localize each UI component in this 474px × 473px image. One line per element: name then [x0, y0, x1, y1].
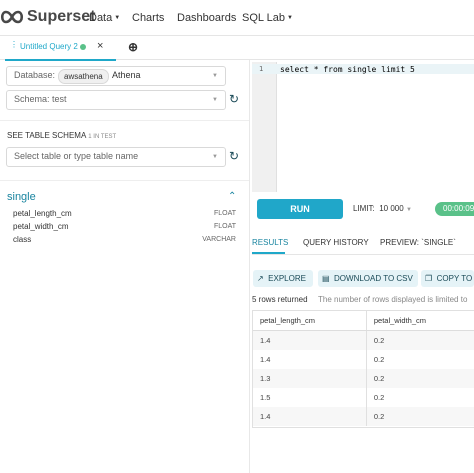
table-cell: 1.4 [260, 355, 271, 364]
tab-query-history[interactable]: QUERY HISTORY [303, 238, 369, 247]
rows-limit-note: The number of rows displayed is limited … [318, 295, 468, 304]
nav-dashboards[interactable]: Dashboards [177, 12, 236, 24]
table-row: 1.5 0.2 [253, 388, 474, 407]
table-header-row: petal_length_cm petal_width_cm [253, 311, 474, 331]
nav-charts[interactable]: Charts [132, 12, 164, 24]
sql-code-line[interactable]: select * from single limit 5 [280, 65, 415, 74]
table-select-placeholder: Select table or type table name [14, 151, 139, 161]
column-name: petal_width_cm [13, 222, 69, 231]
limit-control[interactable]: LIMIT: 10 000 ▼ [353, 204, 412, 213]
table-schema-heading: SEE TABLE SCHEMA 1 IN TEST [7, 131, 116, 140]
refresh-schema-icon[interactable]: ↻ [229, 92, 239, 106]
explore-button[interactable]: ↗ EXPLORE [253, 270, 313, 287]
brand-name[interactable]: Superset [27, 8, 95, 26]
rows-returned-text: 5 rows returned [252, 295, 308, 304]
nav-sql-lab-menu[interactable]: SQL Lab ▼ [242, 12, 293, 24]
tab-preview[interactable]: PREVIEW: `SINGLE` [380, 238, 456, 247]
sql-editor[interactable] [276, 62, 474, 192]
column-type: VARCHAR [202, 236, 236, 243]
divider [0, 180, 250, 181]
line-number: 1 [259, 65, 264, 73]
copy-to-clipboard-button[interactable]: ❐ COPY TO [421, 270, 474, 287]
column-name: petal_length_cm [13, 209, 72, 218]
chevron-down-icon: ▼ [212, 97, 218, 103]
superset-logo-icon[interactable] [0, 9, 24, 25]
explore-label: EXPLORE [268, 274, 306, 283]
nav-data-label: Data [89, 12, 113, 24]
tab-menu-icon[interactable]: ⋮ [10, 41, 18, 49]
column-type: FLOAT [213, 210, 236, 217]
download-csv-button[interactable]: ▤ DOWNLOAD TO CSV [318, 270, 418, 287]
panel-divider[interactable] [249, 60, 250, 473]
collapse-table-icon[interactable]: ⌃ [228, 191, 236, 202]
query-timer: 00:00:09 [435, 202, 474, 216]
table-cell: 1.3 [253, 369, 367, 388]
nav-sql-lab-label: SQL Lab [242, 12, 286, 24]
limit-value: 10 000 [379, 204, 404, 213]
table-row: 1.4 0.2 [253, 407, 474, 426]
editor-gutter [252, 62, 276, 192]
query-tab-label: Untitled Query 2 [20, 42, 78, 51]
tab-status-dot [80, 44, 86, 50]
column-type: FLOAT [213, 223, 236, 230]
chevron-down-icon: ▼ [405, 207, 412, 213]
chevron-down-icon: ▼ [212, 154, 218, 160]
column-header[interactable]: petal_length_cm [253, 311, 367, 331]
nav-data-menu[interactable]: Data ▼ [89, 12, 120, 24]
tab-results[interactable]: RESULTS [252, 238, 288, 247]
table-name[interactable]: single [7, 191, 36, 203]
add-tab-icon[interactable]: ⊕ [128, 40, 138, 54]
schema-heading-text: SEE TABLE SCHEMA [7, 131, 87, 140]
active-tab-indicator [252, 252, 285, 254]
caret-down-icon: ▼ [114, 15, 121, 21]
run-query-button[interactable]: RUN [257, 199, 343, 219]
column-name: class [13, 235, 32, 244]
results-table-container: petal_length_cm petal_width_cm 1.4 0.2 1.… [252, 310, 474, 428]
close-tab-icon[interactable]: × [97, 40, 103, 52]
refresh-tables-icon[interactable]: ↻ [229, 149, 239, 163]
download-csv-label: DOWNLOAD TO CSV [334, 274, 413, 283]
table-row: 1.3 0.2 [253, 369, 474, 388]
database-label: Database: [14, 70, 56, 80]
table-cell: 0.2 [365, 388, 474, 407]
table-cell: 0.2 [365, 407, 474, 426]
download-icon: ▤ [322, 274, 330, 283]
caret-down-icon: ▼ [287, 15, 293, 21]
database-value: Athena [112, 70, 141, 80]
table-cell: 1.5 [260, 393, 271, 402]
database-backend-pill: awsathena [58, 69, 109, 84]
schema-value: Schema: test [14, 94, 67, 104]
chevron-down-icon: ▼ [212, 73, 218, 79]
schema-table-count: 1 IN TEST [88, 134, 117, 140]
divider [0, 120, 250, 121]
table-cell: 0.2 [365, 369, 474, 388]
table-cell: 1.4 [253, 407, 367, 426]
table-row: 1.4 0.2 [253, 330, 474, 350]
copy-label: COPY TO [436, 274, 473, 283]
table-cell: 1.4 [253, 330, 367, 350]
chart-icon: ↗ [257, 274, 264, 283]
results-table: petal_length_cm petal_width_cm 1.4 0.2 1.… [253, 311, 474, 426]
table-cell: 0.2 [365, 330, 474, 350]
table-cell: 0.2 [365, 350, 474, 369]
limit-label: LIMIT: [353, 204, 375, 213]
copy-icon: ❐ [425, 274, 433, 283]
results-tabs-border [252, 254, 474, 255]
table-row: 1.4 0.2 [253, 350, 474, 369]
column-header[interactable]: petal_width_cm [365, 311, 474, 331]
